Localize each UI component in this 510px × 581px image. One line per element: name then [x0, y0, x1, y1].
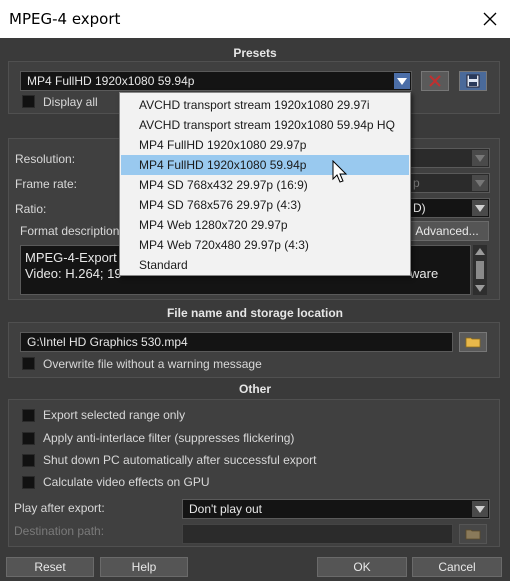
delete-preset-icon — [429, 75, 441, 87]
preset-select-value: MP4 FullHD 1920x1080 59.94p — [27, 74, 195, 88]
destination-label: Destination path: — [14, 524, 105, 538]
save-preset-icon — [466, 74, 480, 88]
gpu-checkbox[interactable] — [22, 476, 35, 489]
browse-file-button[interactable] — [459, 332, 487, 352]
resolution-dropdown-arrow[interactable] — [472, 150, 488, 166]
cancel-button[interactable]: Cancel — [412, 557, 502, 577]
preset-option[interactable]: AVCHD transport stream 1920x1080 29.97i — [121, 95, 409, 115]
close-button[interactable] — [470, 0, 510, 38]
help-button[interactable]: Help — [100, 557, 188, 577]
file-path-input[interactable]: G:\Intel HD Graphics 530.mp4 — [20, 332, 453, 352]
description-line-2-start: Video: H.264; 19 — [25, 266, 122, 281]
preset-option[interactable]: MP4 FullHD 1920x1080 29.97p — [121, 135, 409, 155]
overwrite-label: Overwrite file without a warning message — [43, 357, 262, 371]
export-range-checkbox[interactable] — [22, 409, 35, 422]
ratio-value: D) — [413, 201, 426, 215]
chevron-down-icon — [475, 506, 485, 513]
window-title: MPEG-4 export — [9, 10, 121, 28]
delete-preset-button[interactable] — [421, 71, 449, 91]
mouse-cursor-icon — [332, 160, 348, 183]
folder-icon — [465, 337, 481, 348]
description-scroll-thumb[interactable] — [476, 261, 484, 279]
anti-interlace-checkbox[interactable] — [22, 432, 35, 445]
preset-option[interactable]: MP4 Web 720x480 29.97p (4:3) — [121, 235, 409, 255]
anti-interlace-label: Apply anti-interlace filter (suppresses … — [43, 431, 295, 445]
frame-rate-dropdown-arrow[interactable] — [472, 175, 488, 191]
preset-dropdown-list[interactable]: AVCHD transport stream 1920x1080 29.97i … — [119, 92, 411, 276]
chevron-down-icon — [475, 205, 485, 212]
file-heading: File name and storage location — [166, 306, 344, 320]
browse-destination-button — [459, 524, 487, 544]
overwrite-checkbox[interactable] — [22, 357, 35, 370]
presets-heading: Presets — [233, 46, 277, 60]
play-after-dropdown-arrow[interactable] — [472, 501, 488, 517]
resolution-label: Resolution: — [15, 152, 76, 166]
title-bar: MPEG-4 export — [0, 0, 510, 38]
chevron-down-icon — [475, 155, 485, 162]
close-icon — [483, 12, 497, 26]
description-scrollbar[interactable] — [473, 245, 487, 295]
play-after-value: Don't play out — [189, 502, 263, 516]
preset-select[interactable]: MP4 FullHD 1920x1080 59.94p — [20, 71, 412, 91]
save-preset-button[interactable] — [459, 71, 487, 91]
play-after-label: Play after export: — [14, 501, 105, 515]
preset-option-selected[interactable]: MP4 FullHD 1920x1080 59.94p — [121, 155, 409, 175]
display-all-label: Display all — [43, 95, 98, 109]
chevron-up-icon — [475, 248, 485, 255]
preset-option[interactable]: MP4 SD 768x432 29.97p (16:9) — [121, 175, 409, 195]
reset-button[interactable]: Reset — [6, 557, 94, 577]
shutdown-label: Shut down PC automatically after success… — [43, 453, 317, 467]
export-range-label: Export selected range only — [43, 408, 186, 422]
frame-rate-value: p — [413, 176, 420, 190]
preset-option[interactable]: AVCHD transport stream 1920x1080 59.94p … — [121, 115, 409, 135]
format-description-label: Format description — [20, 224, 120, 238]
ok-button[interactable]: OK — [317, 557, 407, 577]
other-heading: Other — [238, 382, 271, 396]
preset-option[interactable]: MP4 Web 1280x720 29.97p — [121, 215, 409, 235]
chevron-down-icon — [475, 180, 485, 187]
shutdown-checkbox[interactable] — [22, 454, 35, 467]
ratio-dropdown-arrow[interactable] — [472, 200, 488, 216]
destination-path-input — [182, 524, 453, 544]
gpu-label: Calculate video effects on GPU — [43, 475, 210, 489]
play-after-select[interactable]: Don't play out — [182, 499, 490, 519]
description-line-2-end: ware — [410, 266, 439, 281]
ratio-label: Ratio: — [15, 202, 47, 216]
frame-rate-label: Frame rate: — [15, 177, 78, 191]
preset-option[interactable]: MP4 SD 768x576 29.97p (4:3) — [121, 195, 409, 215]
advanced-button[interactable]: Advanced... — [405, 221, 489, 241]
preset-dropdown-arrow[interactable] — [394, 73, 410, 89]
preset-option[interactable]: Standard — [121, 255, 409, 275]
chevron-down-icon — [475, 285, 485, 292]
display-all-checkbox[interactable] — [22, 95, 35, 108]
folder-icon — [465, 529, 481, 540]
chevron-down-icon — [397, 78, 407, 85]
